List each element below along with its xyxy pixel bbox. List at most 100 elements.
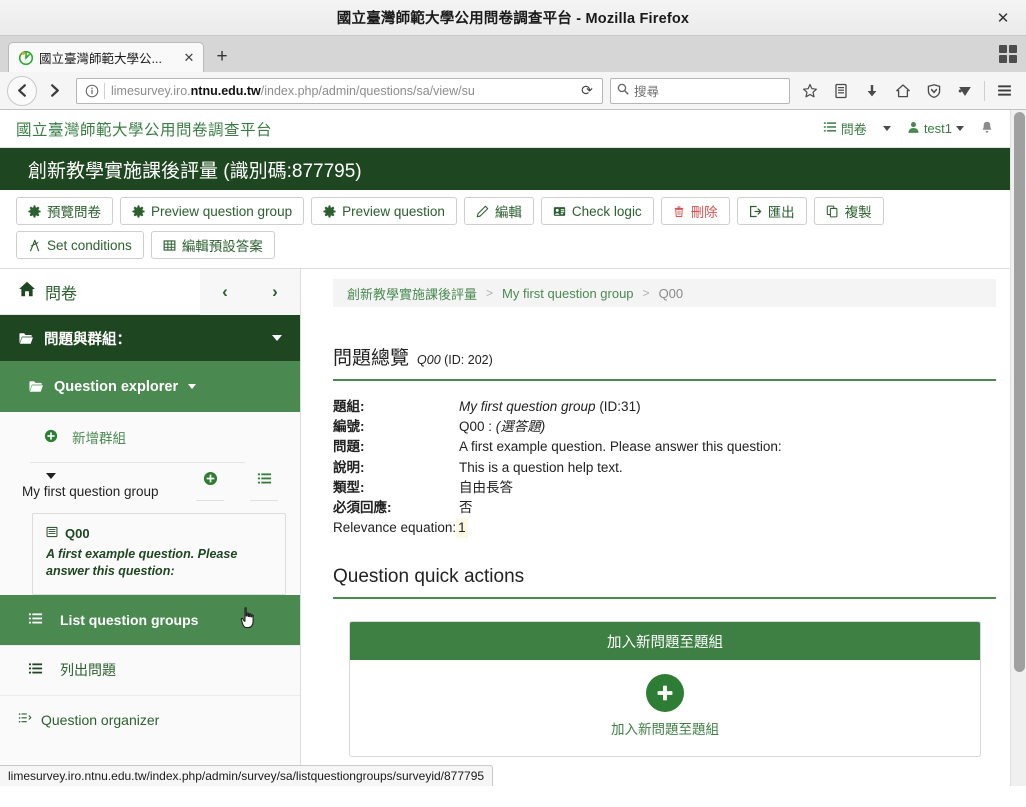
sidebar-home-row: 問卷 ‹ › — [0, 269, 300, 315]
search-icon — [617, 83, 629, 98]
survey-title-bar: 創新教學實施課後評量 (識別碼:877795) — [0, 148, 1010, 190]
button-label: Preview question group — [151, 203, 293, 219]
limesurvey-page: 國立臺灣師範大學公用問卷調查平台 問卷 test1 創新教學實施課後評量 (識別… — [0, 110, 1010, 786]
browser-window-titlebar: 國立臺灣師範大學公用問卷調查平台 - Mozilla Firefox ✕ — [0, 0, 1026, 36]
firefox-icon — [18, 50, 33, 65]
bookmark-star-icon[interactable] — [795, 76, 825, 106]
breadcrumb-item-group[interactable]: My first question group — [502, 286, 634, 301]
sidebar-prev-button[interactable]: ‹ — [200, 269, 250, 315]
detail-row-relevance: Relevance equation: 1 — [333, 518, 996, 539]
detail-value: 自由長答 — [459, 479, 513, 495]
sidebar-item-question-organizer[interactable]: Question organizer — [0, 694, 300, 745]
question-group-row: My first question group — [0, 463, 300, 503]
browser-tab[interactable]: 國立臺灣師範大學公... ✕ — [8, 42, 204, 72]
table-icon — [163, 239, 176, 252]
conditions-icon — [28, 239, 41, 252]
breadcrumb-item-survey[interactable]: 創新教學實施課後評量 — [347, 284, 477, 303]
shield-icon[interactable] — [919, 76, 949, 106]
app-brand[interactable]: 國立臺灣師範大學公用問卷調查平台 — [16, 118, 272, 140]
url-text: limesurvey.iro.ntnu.edu.tw/index.php/adm… — [111, 79, 575, 103]
chevron-down-icon[interactable] — [882, 126, 891, 131]
chevron-down-icon[interactable] — [46, 473, 56, 479]
action-toolbar: 預覽問卷 Preview question group Preview ques… — [0, 190, 1010, 269]
sidebar-next-button[interactable]: › — [250, 269, 300, 315]
all-tabs-grid-icon[interactable] — [999, 45, 1017, 63]
plus-circle-icon[interactable] — [646, 674, 684, 713]
search-bar[interactable]: 搜尋 — [610, 77, 790, 104]
list-questions-button[interactable] — [250, 471, 278, 501]
library-icon[interactable] — [826, 76, 856, 106]
sidebar-item-list-question-groups[interactable]: List question groups — [0, 594, 300, 645]
question-card[interactable]: Q00 A first example question. Please ans… — [32, 513, 286, 595]
url-host: ntnu.edu.tw — [190, 83, 261, 98]
plus-circle-icon — [203, 471, 218, 491]
topbar-surveys-menu[interactable]: 問卷 — [823, 119, 867, 138]
sidebar-section-questions-groups[interactable]: 問題與群組： — [0, 315, 300, 361]
url-bar[interactable]: limesurvey.iro.ntnu.edu.tw/index.php/adm… — [76, 77, 603, 104]
gear-icon — [323, 204, 336, 218]
page-scrollbar-thumb[interactable] — [1014, 112, 1025, 672]
relevance-label: Relevance equation: — [333, 520, 457, 536]
add-question-button[interactable] — [196, 471, 224, 501]
detail-row-mandatory: 必須回應: 否 — [333, 498, 996, 518]
chevron-down-icon[interactable] — [272, 335, 282, 341]
check-logic-button[interactable]: Check logic — [540, 197, 654, 225]
user-icon — [907, 121, 920, 137]
chevron-down-icon[interactable] — [956, 126, 964, 131]
notification-bell[interactable] — [980, 120, 994, 138]
list-icon — [257, 471, 272, 491]
copy-button[interactable]: 複製 — [813, 197, 884, 225]
overview-question-id: (ID: 202) — [444, 353, 493, 367]
add-question-panel: 加入新問題至題組 加入新問題至題組 — [349, 621, 981, 758]
add-question-panel-header: 加入新問題至題組 — [350, 622, 980, 661]
button-label: 編輯預設答案 — [181, 239, 263, 254]
mouse-cursor-hand — [240, 606, 258, 629]
reload-icon[interactable]: ⟳ — [575, 82, 599, 99]
chevron-down-icon[interactable] — [188, 384, 197, 389]
page-scrollbar[interactable] — [1010, 110, 1026, 786]
forward-button[interactable] — [39, 76, 69, 106]
button-label: Preview question — [342, 203, 445, 219]
home-icon[interactable] — [888, 76, 918, 106]
preview-question-button[interactable]: Preview question — [311, 197, 457, 225]
detail-value: This is a question help text. — [459, 459, 623, 475]
close-icon[interactable]: ✕ — [181, 50, 197, 66]
sidebar-item-surveys[interactable]: 問卷 — [0, 280, 200, 304]
browser-navbar: limesurvey.iro.ntnu.edu.tw/index.php/adm… — [0, 72, 1026, 110]
topbar-user-label: test1 — [923, 121, 952, 136]
detail-row-code: 編號: Q00 : (選答題) — [333, 417, 996, 437]
navbar-icon-group — [795, 76, 1019, 106]
back-button[interactable] — [7, 75, 37, 106]
question-card-title: Q00 — [46, 526, 272, 541]
add-question-panel-label[interactable]: 加入新問題至題組 — [611, 718, 719, 738]
downloads-icon[interactable] — [857, 76, 887, 106]
delete-button[interactable]: 刪除 — [660, 197, 730, 225]
bell-icon — [980, 120, 994, 138]
detail-row-question: 問題: A first example question. Please ans… — [333, 437, 996, 457]
topbar-user-menu[interactable]: test1 — [907, 121, 964, 137]
main-content: 創新教學實施課後評量 > My first question group > Q… — [301, 269, 1010, 786]
gear-icon — [28, 204, 41, 218]
sidebar-item-list-questions[interactable]: 列出問題 — [0, 644, 300, 695]
detail-value: A first example question. Please answer … — [459, 439, 782, 455]
info-circle-icon[interactable] — [83, 82, 100, 99]
edit-button[interactable]: 編輯 — [463, 197, 534, 225]
sidebar-item-question-explorer[interactable]: Question explorer — [0, 361, 300, 412]
set-conditions-button[interactable]: Set conditions — [16, 231, 144, 259]
edit-default-answers-button[interactable]: 編輯預設答案 — [150, 231, 275, 259]
detail-label: 題組: — [333, 399, 365, 414]
page-title: 創新教學實施課後評量 (識別碼:877795) — [28, 160, 362, 182]
export-button[interactable]: 匯出 — [736, 197, 807, 225]
breadcrumb: 創新教學實施課後評量 > My first question group > Q… — [333, 279, 996, 307]
search-input[interactable]: 搜尋 — [634, 81, 659, 100]
add-question-group-row[interactable]: 新增群組 — [0, 412, 300, 462]
window-close-button[interactable]: ✕ — [980, 0, 1026, 36]
plus-circle-icon — [44, 429, 58, 446]
hamburger-menu-icon[interactable] — [989, 76, 1019, 106]
preview-survey-button[interactable]: 預覽問卷 — [16, 197, 113, 225]
button-label: 編輯 — [494, 205, 522, 220]
new-tab-button[interactable]: + — [207, 42, 237, 72]
add-question-panel-body[interactable]: 加入新問題至題組 — [350, 660, 980, 756]
pocket-icon[interactable] — [950, 76, 980, 106]
preview-question-group-button[interactable]: Preview question group — [120, 197, 305, 225]
